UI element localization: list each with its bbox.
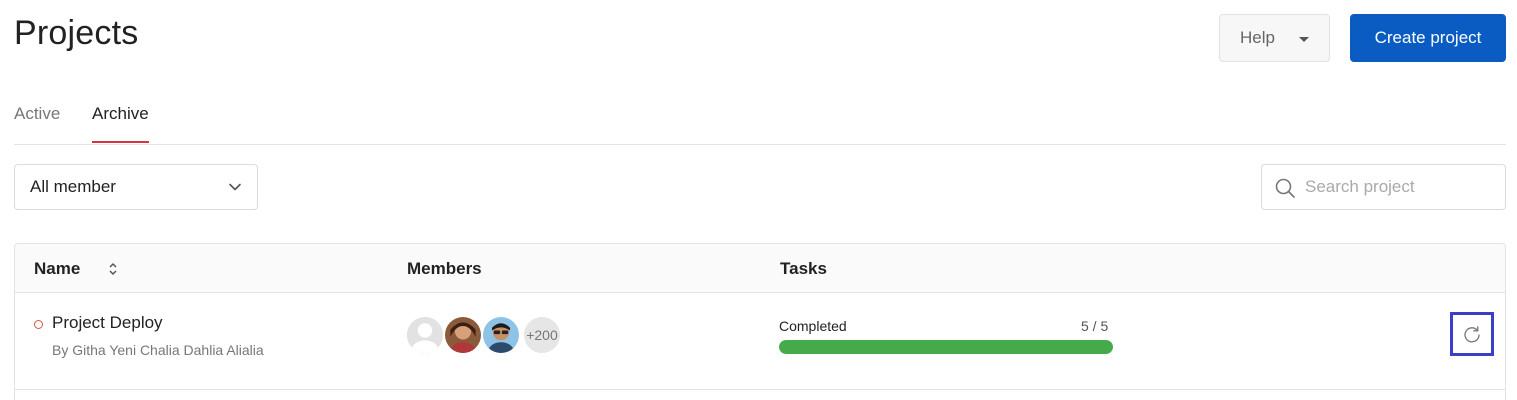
member-filter-select[interactable]: All member — [14, 164, 258, 210]
caret-down-icon — [1299, 37, 1309, 42]
help-dropdown-button[interactable]: Help — [1219, 14, 1330, 62]
column-header-name[interactable]: Name — [34, 259, 117, 279]
task-progress-fill — [779, 340, 1113, 354]
tab-archive[interactable]: Archive — [92, 104, 149, 143]
avatar — [481, 315, 521, 355]
column-header-tasks: Tasks — [780, 259, 827, 278]
projects-table: Name Members Tasks Project Deploy By Git… — [14, 243, 1506, 400]
search-icon — [1275, 178, 1295, 198]
restore-icon — [1464, 326, 1480, 343]
tab-active[interactable]: Active — [14, 104, 60, 124]
sort-icon[interactable] — [108, 261, 118, 277]
member-photo-icon — [483, 317, 519, 353]
project-name[interactable]: Project Deploy — [52, 313, 163, 333]
create-project-button[interactable]: Create project — [1350, 14, 1506, 62]
avatar — [443, 315, 483, 355]
restore-project-button[interactable] — [1450, 312, 1494, 356]
tab-active-label: Active — [14, 104, 61, 123]
column-name-label: Name — [34, 259, 81, 278]
task-progress-bar — [779, 340, 1113, 354]
task-status-label: Completed — [779, 318, 847, 334]
active-tab-indicator — [92, 141, 149, 143]
tab-archive-label: Archive — [92, 104, 149, 123]
page-title: Projects — [14, 14, 139, 52]
create-project-label: Create project — [1374, 28, 1482, 47]
column-header-members: Members — [407, 259, 482, 278]
table-row[interactable]: Project Deploy By Githa Yeni Chalia Dahl… — [15, 293, 1505, 390]
member-filter-value: All member — [30, 177, 116, 196]
task-count: 5 / 5 — [1081, 318, 1109, 334]
more-members-badge[interactable]: +200 — [522, 315, 562, 355]
avatar-placeholder — [405, 315, 445, 355]
user-silhouette-icon — [407, 317, 443, 353]
search-project-input[interactable] — [1305, 173, 1495, 201]
chevron-down-icon — [229, 183, 241, 191]
member-photo-icon — [445, 317, 481, 353]
tab-bar: Active Archive — [14, 96, 1506, 145]
status-dot — [34, 320, 43, 329]
help-label: Help — [1240, 28, 1275, 47]
table-header: Name Members Tasks — [15, 244, 1505, 293]
project-owner: By Githa Yeni Chalia Dahlia Alialia — [52, 342, 264, 358]
search-project-box[interactable] — [1261, 164, 1506, 210]
